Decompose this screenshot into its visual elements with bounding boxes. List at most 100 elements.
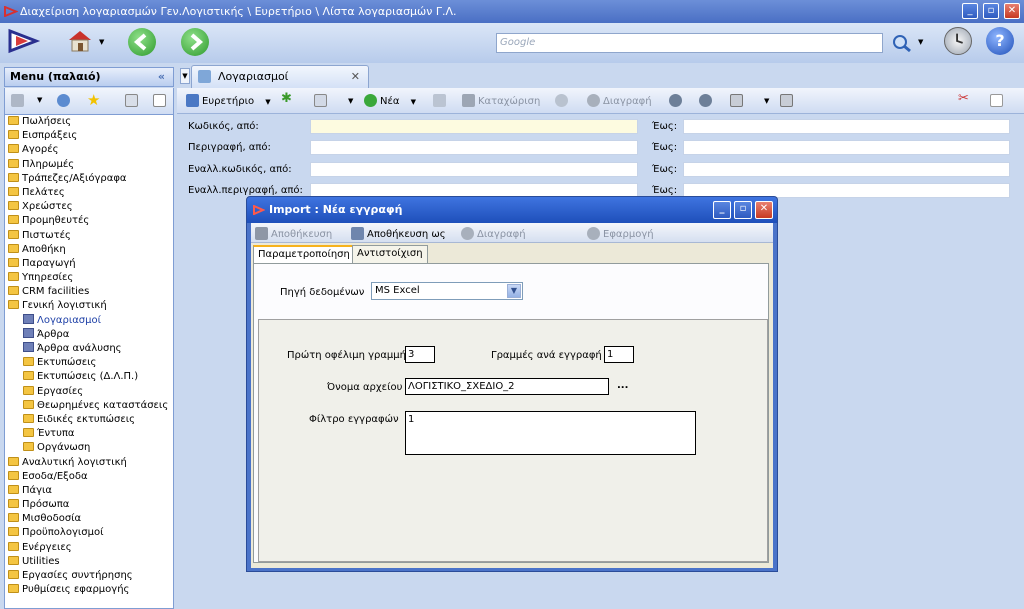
desc-to-input[interactable] (683, 140, 1010, 155)
menu-item[interactable]: CRM facilities (5, 285, 173, 299)
dialog-save-button[interactable]: Αποθήκευση (255, 227, 332, 240)
refresh-button[interactable] (555, 94, 571, 107)
menu-item[interactable]: Utilities (5, 555, 173, 569)
menu-item[interactable]: Προϋπολογισμοί (5, 526, 173, 540)
post-button[interactable]: Καταχώριση (462, 94, 540, 107)
close-tab-icon[interactable]: ✕ (351, 66, 360, 87)
tab-accounts[interactable]: Λογαριασμοί ✕ (191, 65, 369, 88)
cancel-icon[interactable]: ✂ (958, 91, 969, 106)
index-button[interactable]: Ευρετήριο ▼ (186, 94, 271, 107)
search-icon[interactable] (891, 33, 913, 53)
dialog-apply-button[interactable]: Εφαρμογή (587, 227, 654, 240)
menu-item[interactable]: Θεωρημένες καταστάσεις (5, 399, 173, 413)
preview-button[interactable] (314, 94, 330, 107)
print-dropdown-icon[interactable]: ▼ (764, 97, 769, 105)
user-icon[interactable] (57, 94, 70, 107)
menu-item[interactable]: Ειδικές εκτυπώσεις (5, 413, 173, 427)
menu-item[interactable]: Ρυθμίσεις εφαρμογής (5, 583, 173, 597)
rows-per-record-input[interactable]: 1 (604, 346, 634, 363)
menu-item[interactable]: Πωλήσεις (5, 115, 173, 129)
close-button[interactable]: ✕ (1004, 3, 1020, 19)
menu-item[interactable]: Ενέργειες (5, 541, 173, 555)
menu-item-label: Πληρωμές (22, 158, 75, 170)
folder-icon (23, 385, 34, 395)
browse-button[interactable]: ... (617, 380, 628, 391)
menu-item[interactable]: Εργασίες συντήρησης (5, 569, 173, 583)
menu-item[interactable]: Γενική λογιστική (5, 299, 173, 313)
prev-record-button[interactable] (669, 94, 685, 107)
menu-item[interactable]: Λογαριασμοί (5, 313, 173, 328)
wizard-star-icon[interactable]: ✱ (281, 91, 292, 106)
code-from-input[interactable] (310, 119, 638, 134)
tab-parameters[interactable]: Παραμετροποίηση (253, 245, 355, 264)
preview-dropdown-icon[interactable]: ▼ (348, 97, 353, 105)
menu-item[interactable]: Τράπεζες/Αξιόγραφα (5, 172, 173, 186)
code-to-input[interactable] (683, 119, 1010, 134)
document-icon[interactable] (153, 94, 166, 107)
tab-mapping[interactable]: Αντιστοίχιση (352, 245, 428, 263)
menu-item[interactable]: Οργάνωση (5, 441, 173, 455)
search-input[interactable]: Google (496, 33, 883, 53)
find-icon[interactable] (125, 94, 138, 107)
next-record-icon (699, 94, 712, 107)
dialog-save-as-button[interactable]: Αποθήκευση ως (351, 227, 446, 240)
menu-item[interactable]: Πρόσωπα (5, 498, 173, 512)
dialog-minimize-button[interactable]: _ (713, 201, 731, 219)
first-row-label: Πρώτη οφέλιμη γραμμή (287, 350, 406, 361)
layout-button[interactable] (780, 94, 796, 107)
dialog-close-button[interactable]: ✕ (755, 201, 773, 219)
dialog-maximize-button[interactable]: ▫ (734, 201, 752, 219)
menu-item[interactable]: Αναλυτική λογιστική (5, 456, 173, 470)
clock-icon[interactable] (944, 27, 972, 55)
maximize-button[interactable]: ▫ (983, 3, 999, 19)
print-button[interactable] (730, 94, 746, 107)
menu-item[interactable]: Αποθήκη (5, 243, 173, 257)
menu-item[interactable]: Εκτυπώσεις (Δ.Λ.Π.) (5, 370, 173, 384)
menu-item[interactable]: Προμηθευτές (5, 214, 173, 228)
notes-button[interactable] (990, 94, 1006, 107)
altcode-from-input[interactable] (310, 162, 638, 177)
menu-item[interactable]: Πιστωτές (5, 229, 173, 243)
menu-item[interactable]: Παραγωγή (5, 257, 173, 271)
first-row-input[interactable]: 3 (405, 346, 435, 363)
menu-item[interactable]: Χρεώστες (5, 200, 173, 214)
menu-item[interactable]: Υπηρεσίες (5, 271, 173, 285)
attach-button[interactable] (433, 94, 449, 107)
menu-item[interactable]: Έντυπα (5, 427, 173, 441)
dialog-delete-button[interactable]: Διαγραφή (461, 227, 526, 240)
forward-button[interactable] (181, 28, 209, 56)
menu-item[interactable]: Εσοδα/Εξοδα (5, 470, 173, 484)
filename-input[interactable]: ΛΟΓΙΣΤΙΚΟ_ΣΧΕΔΙΟ_2 (405, 378, 609, 395)
menu-item[interactable]: Πληρωμές (5, 158, 173, 172)
app-home-logo-icon[interactable] (6, 27, 44, 55)
search-dropdown-icon[interactable]: ▼ (918, 38, 923, 46)
collapse-menu-icon[interactable]: « (158, 68, 165, 86)
menu-item[interactable]: Πάγια (5, 484, 173, 498)
minimize-button[interactable]: _ (962, 3, 978, 19)
menu-item[interactable]: Εισπράξεις (5, 129, 173, 143)
folder-icon (8, 116, 19, 125)
next-record-button[interactable] (699, 94, 715, 107)
delete-button[interactable]: Διαγραφή (587, 94, 652, 107)
back-button[interactable] (128, 28, 156, 56)
help-icon[interactable]: ? (986, 27, 1014, 55)
menu-item[interactable]: Αγορές (5, 143, 173, 157)
source-select[interactable]: MS Excel ▼ (371, 282, 523, 300)
dropdown-icon[interactable]: ▼ (37, 96, 42, 104)
menu-item[interactable]: Άρθρα ανάλυσης (5, 342, 173, 356)
home-icon[interactable] (66, 27, 96, 55)
home-dropdown-icon[interactable]: ▼ (99, 38, 104, 46)
new-button[interactable]: Νέα ▼ (364, 94, 416, 107)
menu-item[interactable]: Εργασίες (5, 385, 173, 399)
menu-item[interactable]: Πελάτες (5, 186, 173, 200)
menu-item[interactable]: Εκτυπώσεις (5, 356, 173, 370)
tab-list-dropdown[interactable]: ▼ (180, 68, 190, 84)
desc-from-input[interactable] (310, 140, 638, 155)
menu-item[interactable]: Άρθρα (5, 327, 173, 342)
menu-item[interactable]: Μισθοδοσία (5, 512, 173, 526)
star-icon[interactable]: ★ (87, 91, 100, 109)
altcode-to-input[interactable] (683, 162, 1010, 177)
filter-textarea[interactable]: 1 (405, 411, 696, 455)
menu-item-label: Εργασίες (37, 385, 84, 397)
clipboard-icon[interactable] (11, 94, 24, 107)
